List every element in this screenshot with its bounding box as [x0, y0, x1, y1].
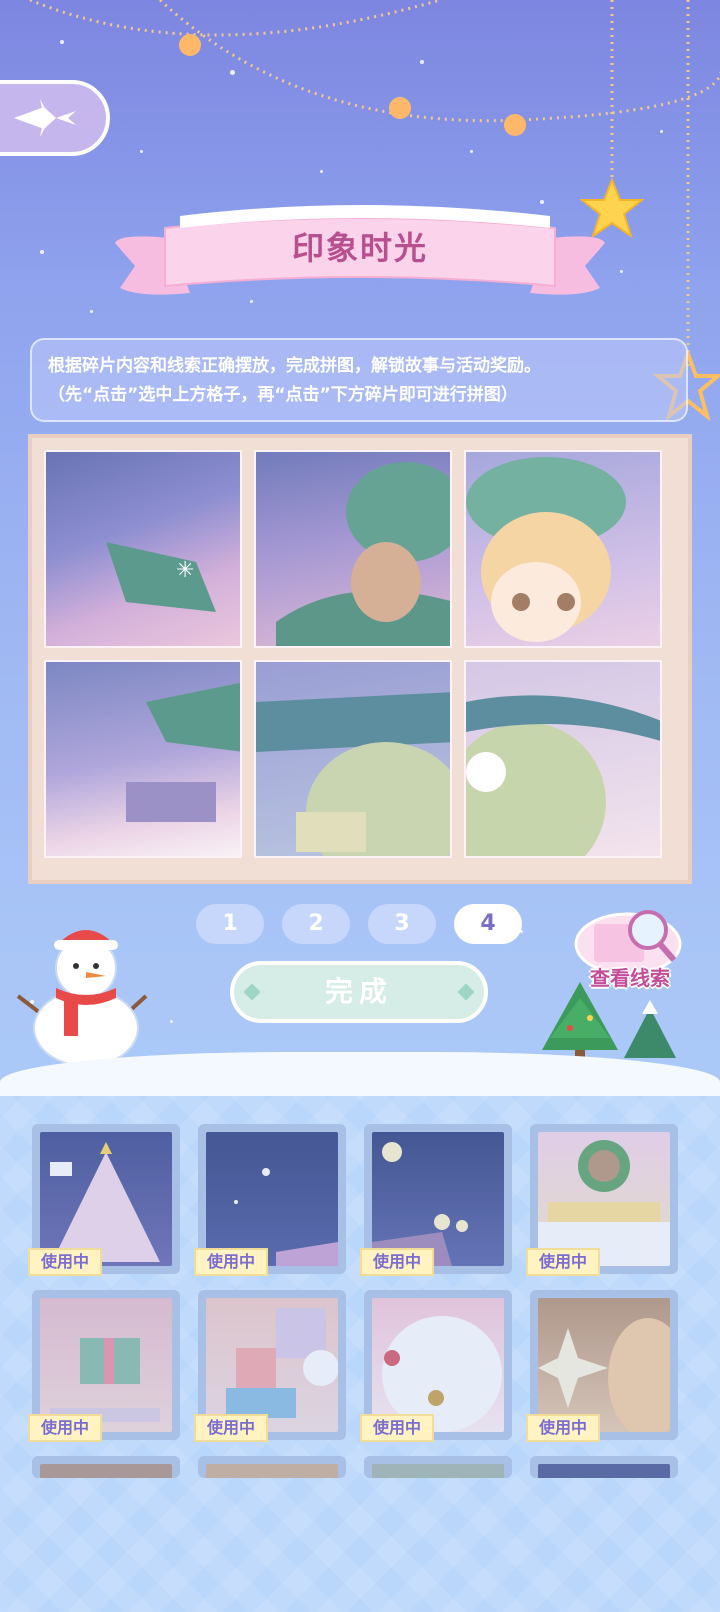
puzzle-cell[interactable]: [254, 660, 452, 858]
puzzle-piece[interactable]: 使用中: [194, 1124, 346, 1276]
in-use-tag: 使用中: [194, 1414, 268, 1442]
snowman-icon: [16, 930, 148, 1066]
instructions-line-1: 根据碎片内容和线索正确摆放，完成拼图，解锁故事与活动奖励。: [48, 356, 541, 376]
puzzle-piece[interactable]: 使用中: [526, 1124, 678, 1276]
in-use-tag: 使用中: [28, 1414, 102, 1442]
puzzle-piece[interactable]: 使用中: [28, 1290, 180, 1442]
in-use-tag: 使用中: [194, 1248, 268, 1276]
puzzle-piece[interactable]: [198, 1456, 346, 1478]
pieces-panel: 使用中 使用中 使用中 使用中 使用中 使用中 使用中 使用中: [0, 1096, 720, 1612]
page-button-2[interactable]: 2: [282, 904, 350, 944]
page-button-1[interactable]: 1: [196, 904, 264, 944]
puzzle-piece[interactable]: 使用中: [360, 1290, 512, 1442]
puzzle-cell[interactable]: [464, 660, 662, 858]
puzzle-cell[interactable]: [254, 450, 452, 648]
puzzle-cell[interactable]: [464, 450, 662, 648]
page-button-4[interactable]: 4: [454, 904, 522, 944]
in-use-tag: 使用中: [360, 1414, 434, 1442]
in-use-tag: 使用中: [526, 1248, 600, 1276]
done-button[interactable]: 完成: [230, 961, 488, 1023]
back-arrow-icon: [14, 99, 76, 137]
puzzle-piece[interactable]: 使用中: [194, 1290, 346, 1442]
done-button-label: 完成: [324, 975, 393, 1008]
in-use-tag: 使用中: [28, 1248, 102, 1276]
in-use-tag: 使用中: [526, 1414, 600, 1442]
puzzle-piece[interactable]: 使用中: [360, 1124, 512, 1276]
puzzle-cell[interactable]: [44, 660, 242, 858]
page-button-3[interactable]: 3: [368, 904, 436, 944]
puzzle-board: ✳: [28, 434, 692, 884]
puzzle-piece[interactable]: [32, 1456, 180, 1478]
instructions-line-2: （先“点击”选中上方格子，再“点击”下方碎片即可进行拼图）: [48, 385, 518, 405]
page-title: 印象时光: [291, 229, 428, 267]
in-use-tag: 使用中: [360, 1248, 434, 1276]
puzzle-piece[interactable]: 使用中: [28, 1124, 180, 1276]
back-button[interactable]: [0, 80, 110, 156]
puzzle-piece[interactable]: [530, 1456, 678, 1478]
instructions-box: 根据碎片内容和线索正确摆放，完成拼图，解锁故事与活动奖励。 （先“点击”选中上方…: [30, 338, 688, 422]
puzzle-piece[interactable]: 使用中: [526, 1290, 678, 1442]
puzzle-piece[interactable]: [364, 1456, 512, 1478]
puzzle-cell[interactable]: ✳: [44, 450, 242, 648]
